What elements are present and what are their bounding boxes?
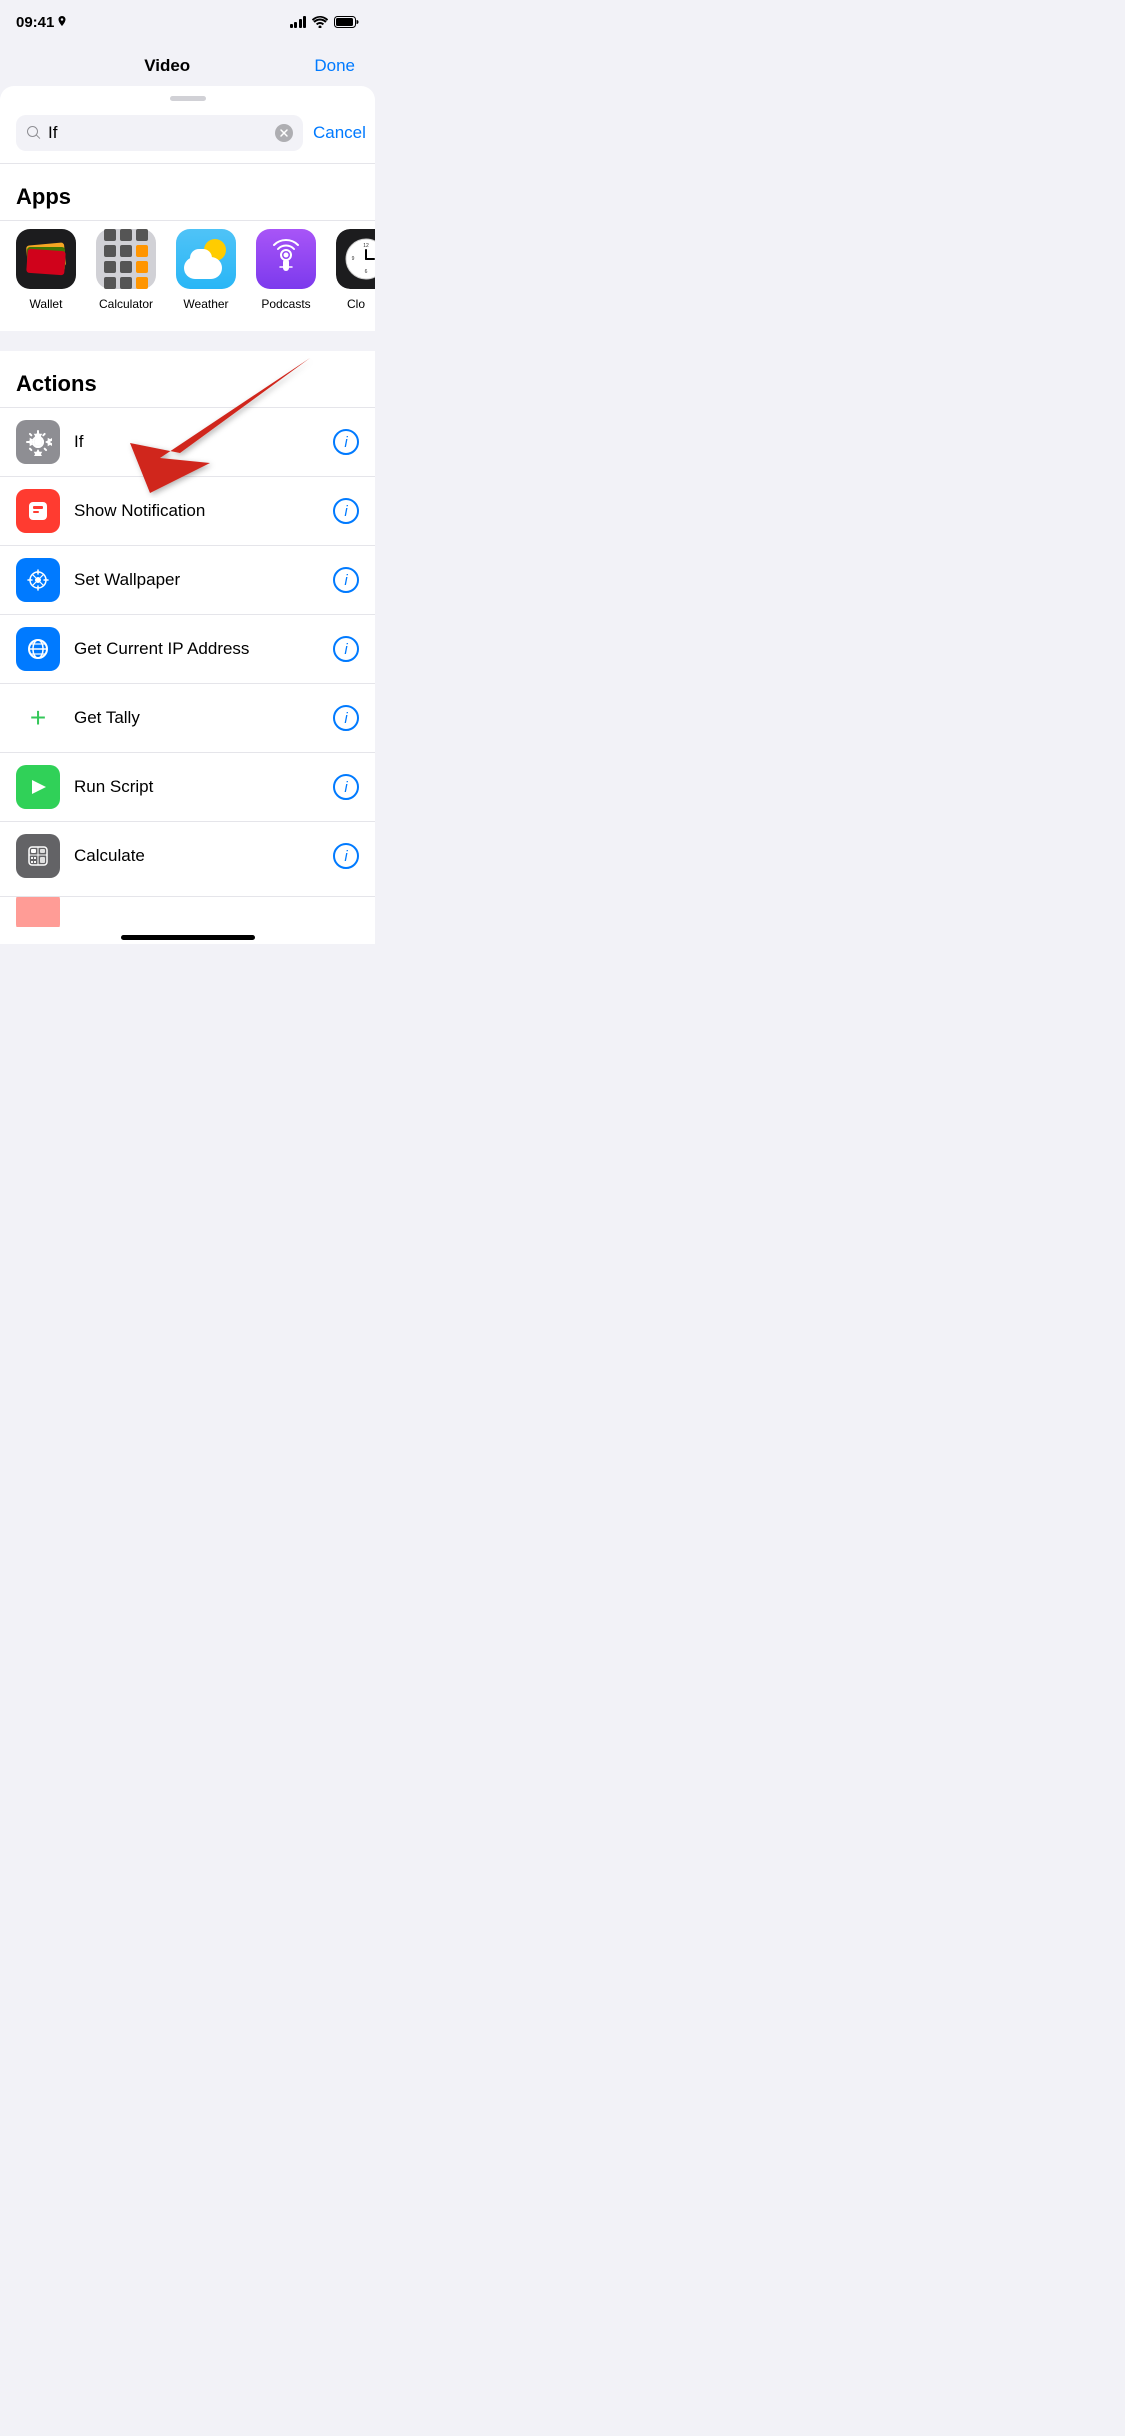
app-item-calculator[interactable]: Calculator bbox=[96, 229, 156, 311]
if-action-label: If bbox=[74, 432, 319, 452]
wallet-icon bbox=[16, 229, 76, 289]
app-item-podcasts[interactable]: Podcasts bbox=[256, 229, 316, 311]
run-script-info-button[interactable]: i bbox=[333, 774, 359, 800]
clear-icon bbox=[279, 128, 289, 138]
wallet-label: Wallet bbox=[30, 297, 63, 311]
run-script-action-icon bbox=[16, 765, 60, 809]
wallpaper-icon-svg bbox=[24, 566, 52, 594]
calculate-action-icon bbox=[16, 834, 60, 878]
podcasts-label: Podcasts bbox=[261, 297, 310, 311]
tally-plus-icon: + bbox=[30, 702, 46, 734]
top-bar-title: Video bbox=[144, 56, 190, 76]
status-time: 09:41 bbox=[16, 14, 67, 31]
wallpaper-action-icon bbox=[16, 558, 60, 602]
notification-icon-svg bbox=[24, 497, 52, 525]
svg-text:9: 9 bbox=[352, 256, 355, 262]
action-row-set-wallpaper[interactable]: Set Wallpaper i bbox=[0, 546, 375, 615]
time-text: 09:41 bbox=[16, 14, 54, 31]
clock-icon: 12 6 9 3 bbox=[336, 229, 375, 289]
top-bar: Video Done bbox=[0, 44, 375, 88]
calculator-icon bbox=[96, 229, 156, 289]
actions-section-header: Actions bbox=[0, 351, 375, 407]
action-row-get-ip[interactable]: Get Current IP Address i bbox=[0, 615, 375, 684]
if-info-button[interactable]: i bbox=[333, 429, 359, 455]
action-row-partial bbox=[0, 897, 375, 927]
apps-section: Apps Wallet bbox=[0, 164, 375, 331]
calculator-label: Calculator bbox=[99, 297, 153, 311]
section-gap bbox=[0, 331, 375, 351]
done-button[interactable]: Done bbox=[314, 56, 355, 76]
get-tally-info-button[interactable]: i bbox=[333, 705, 359, 731]
action-row-show-notification[interactable]: Show Notification i bbox=[0, 477, 375, 546]
status-bar: 09:41 bbox=[0, 0, 375, 44]
home-bar bbox=[121, 935, 255, 940]
actions-section: Actions If i bbox=[0, 351, 375, 927]
status-icons bbox=[290, 16, 360, 28]
calculate-info-button[interactable]: i bbox=[333, 843, 359, 869]
action-row-if[interactable]: If i bbox=[0, 408, 375, 477]
if-action-icon bbox=[16, 420, 60, 464]
run-script-label: Run Script bbox=[74, 777, 319, 797]
partial-action-icon bbox=[16, 897, 60, 927]
clock-label: Clo bbox=[347, 297, 365, 311]
app-item-clock[interactable]: 12 6 9 3 Clo bbox=[336, 229, 375, 311]
weather-icon bbox=[176, 229, 236, 289]
show-notification-label: Show Notification bbox=[74, 501, 319, 521]
action-row-get-tally[interactable]: + Get Tally i bbox=[0, 684, 375, 753]
calculate-icon-svg bbox=[24, 842, 52, 870]
podcasts-svg bbox=[266, 239, 306, 279]
set-wallpaper-info-button[interactable]: i bbox=[333, 567, 359, 593]
tally-action-icon: + bbox=[16, 696, 60, 740]
get-tally-label: Get Tally bbox=[74, 708, 319, 728]
action-row-run-script[interactable]: Run Script i bbox=[0, 753, 375, 822]
ip-action-icon bbox=[16, 627, 60, 671]
location-icon bbox=[57, 16, 67, 28]
search-clear-button[interactable] bbox=[275, 124, 293, 142]
battery-icon bbox=[334, 16, 359, 28]
sheet-handle-bar bbox=[170, 96, 206, 101]
signal-bars bbox=[290, 16, 307, 28]
svg-text:6: 6 bbox=[365, 269, 368, 275]
podcasts-icon bbox=[256, 229, 316, 289]
wifi-icon bbox=[312, 16, 328, 28]
notification-action-icon bbox=[16, 489, 60, 533]
weather-label: Weather bbox=[183, 297, 228, 311]
calculate-label: Calculate bbox=[74, 846, 319, 866]
globe-icon-svg bbox=[24, 635, 52, 663]
apps-row: Wallet Calcula bbox=[0, 221, 375, 331]
app-item-weather[interactable]: Weather bbox=[176, 229, 236, 311]
run-script-icon-svg bbox=[24, 773, 52, 801]
get-ip-label: Get Current IP Address bbox=[74, 639, 319, 659]
show-notification-info-button[interactable]: i bbox=[333, 498, 359, 524]
get-ip-info-button[interactable]: i bbox=[333, 636, 359, 662]
search-input[interactable] bbox=[48, 123, 269, 143]
svg-text:12: 12 bbox=[363, 243, 369, 249]
arrow-container: If i bbox=[0, 408, 375, 477]
cancel-button[interactable]: Cancel bbox=[313, 123, 366, 143]
sheet-handle bbox=[0, 86, 375, 107]
search-input-wrap bbox=[16, 115, 303, 151]
app-item-wallet[interactable]: Wallet bbox=[16, 229, 76, 311]
apps-section-header: Apps bbox=[0, 164, 375, 220]
set-wallpaper-label: Set Wallpaper bbox=[74, 570, 319, 590]
search-icon bbox=[26, 125, 42, 141]
home-indicator bbox=[0, 927, 375, 944]
search-bar-container: Cancel bbox=[0, 107, 375, 163]
gear-icon-overlay bbox=[25, 429, 51, 455]
action-row-calculate[interactable]: Calculate i bbox=[0, 822, 375, 890]
